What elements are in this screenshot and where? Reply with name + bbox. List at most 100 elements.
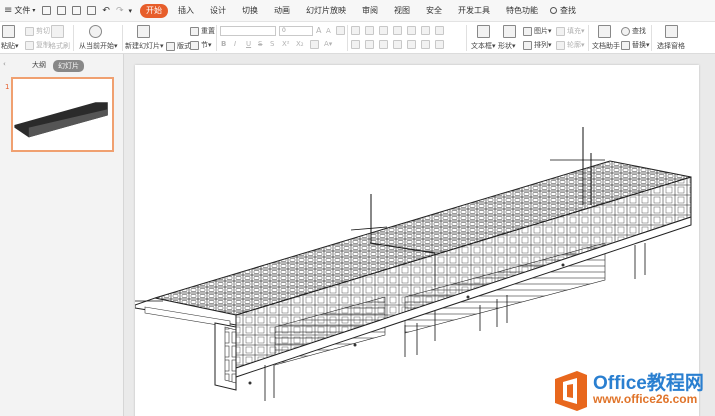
align-text-button[interactable]: [421, 40, 432, 49]
tab-insert[interactable]: 插入: [172, 4, 200, 18]
increase-indent-button[interactable]: [393, 26, 404, 35]
undo-icon[interactable]: ↶: [102, 6, 110, 16]
tab-slides[interactable]: 幻灯片: [53, 60, 84, 72]
shape-button[interactable]: 形状 ▾: [498, 41, 516, 51]
picture-button[interactable]: 图片 ▾: [523, 26, 552, 36]
smartart-icon: [435, 40, 444, 49]
text-direction-icon: [421, 26, 430, 35]
shape-icon-button[interactable]: [503, 25, 518, 38]
doc-assistant-button[interactable]: 文档助手: [592, 41, 620, 51]
align-right-button[interactable]: [379, 40, 390, 49]
picture-icon: [523, 26, 532, 36]
new-slide-button[interactable]: 新建幻灯片 ▾: [125, 41, 164, 51]
shadow-button[interactable]: S: [270, 40, 274, 48]
format-painter-label: 格式刷: [49, 42, 70, 50]
format-painter-icon-button[interactable]: [51, 25, 66, 38]
magnifier-icon: [621, 26, 630, 36]
tab-security[interactable]: 安全: [420, 4, 448, 18]
play-icon: [89, 25, 102, 38]
numbering-icon: [365, 26, 374, 35]
play-from-current-button[interactable]: 从当前开始 ▾: [79, 41, 118, 51]
clear-format-button[interactable]: [336, 26, 347, 35]
replace-button[interactable]: 替换 ▾: [621, 40, 650, 50]
bullets-button[interactable]: [351, 26, 362, 35]
presentation-app-window: ≡ 文件 ▾ ↶ ↷ ▾ 开始 插入 设计 切换 动画 幻灯片放映 审阅 视图 …: [0, 0, 715, 416]
new-slide-icon-button[interactable]: [137, 25, 152, 38]
tab-animation[interactable]: 动画: [268, 4, 296, 18]
paste-button[interactable]: [2, 25, 17, 38]
outline-button[interactable]: 轮廓 ▾: [556, 40, 585, 50]
slide-1[interactable]: [133, 65, 699, 416]
arrange-button[interactable]: 排列 ▾: [523, 40, 552, 50]
text-box-button[interactable]: 文本框 ▾: [471, 41, 496, 51]
char-spacing-button[interactable]: [310, 40, 321, 49]
text-direction-button[interactable]: [421, 26, 432, 35]
select-pane-icon-button[interactable]: [665, 25, 680, 38]
decrease-indent-button[interactable]: [379, 26, 390, 35]
reset-button[interactable]: 重置: [190, 26, 215, 36]
tab-home[interactable]: 开始: [140, 3, 169, 18]
slide-thumbnail[interactable]: [11, 77, 114, 152]
underline-button[interactable]: U: [246, 40, 251, 48]
font-color-button[interactable]: A ▾: [324, 40, 332, 48]
align-left-button[interactable]: [351, 40, 362, 49]
collapse-panel-icon[interactable]: ‹: [3, 60, 6, 68]
find-button[interactable]: 查找: [621, 26, 646, 36]
shrink-font-button[interactable]: A: [326, 27, 331, 35]
doc-assistant-icon-button[interactable]: [598, 25, 613, 38]
superscript-button[interactable]: X²: [282, 40, 290, 48]
menu-bar: ≡ 文件 ▾ ↶ ↷ ▾ 开始 插入 设计 切换 动画 幻灯片放映 审阅 视图 …: [0, 0, 715, 22]
line-spacing-button[interactable]: [407, 26, 418, 35]
font-size-select[interactable]: 0: [279, 26, 313, 36]
tab-outline[interactable]: 大纲: [32, 60, 46, 70]
paste-label-button[interactable]: 粘贴 ▾: [1, 41, 19, 51]
smartart-button[interactable]: [435, 40, 446, 49]
tab-developer[interactable]: 开发工具: [452, 4, 496, 18]
shrink-font-icon: A: [326, 27, 331, 35]
italic-button[interactable]: I: [234, 40, 236, 48]
tab-review[interactable]: 审阅: [356, 4, 384, 18]
export-pdf-icon[interactable]: [57, 6, 67, 15]
cut-button[interactable]: 剪切: [25, 26, 50, 36]
fill-button[interactable]: 填充 ▾: [556, 26, 585, 36]
tab-special-features[interactable]: 特色功能: [500, 4, 544, 18]
cut-label: 剪切: [36, 27, 50, 35]
hamburger-icon: ≡: [4, 5, 13, 16]
italic-icon: I: [234, 40, 237, 48]
align-center-button[interactable]: [365, 40, 376, 49]
tab-slideshow[interactable]: 幻灯片放映: [300, 4, 352, 18]
columns-button[interactable]: [435, 26, 446, 35]
section-button[interactable]: 节 ▾: [190, 40, 212, 50]
tab-transition[interactable]: 切换: [236, 4, 264, 18]
tab-view[interactable]: 视图: [388, 4, 416, 18]
shadow-icon: S: [270, 40, 275, 48]
print-preview-icon[interactable]: [87, 6, 97, 15]
select-pane-button[interactable]: 选择窗格: [657, 41, 685, 51]
save-icon[interactable]: [42, 6, 52, 15]
numbering-button[interactable]: [365, 26, 376, 35]
customize-quick-access-icon[interactable]: ▾: [129, 7, 133, 15]
clear-format-icon: [336, 26, 345, 35]
format-painter-button[interactable]: 格式刷: [49, 41, 70, 51]
file-menu-label: 文件: [14, 6, 31, 15]
grow-font-button[interactable]: A: [316, 26, 321, 35]
text-box-icon-button[interactable]: [477, 25, 492, 38]
bold-button[interactable]: B: [221, 40, 226, 48]
outline-icon: [556, 40, 565, 50]
copy-button[interactable]: 复制: [25, 40, 50, 50]
watermark-url: www.office26.com: [593, 392, 698, 406]
search-button[interactable]: 查找: [546, 0, 580, 22]
tab-design[interactable]: 设计: [204, 4, 232, 18]
distribute-button[interactable]: [407, 40, 418, 49]
play-icon-button[interactable]: [89, 25, 104, 38]
strikethrough-button[interactable]: S: [258, 40, 262, 48]
superscript-icon: X²: [282, 40, 290, 48]
redo-icon[interactable]: ↷: [116, 6, 124, 16]
subscript-button[interactable]: X₂: [296, 40, 304, 48]
file-menu[interactable]: ≡ 文件 ▾: [0, 0, 39, 22]
justify-button[interactable]: [393, 40, 404, 49]
grow-font-icon: A: [316, 26, 322, 35]
search-label: 查找: [560, 6, 577, 15]
font-name-select[interactable]: [220, 26, 276, 36]
print-icon[interactable]: [72, 6, 82, 15]
